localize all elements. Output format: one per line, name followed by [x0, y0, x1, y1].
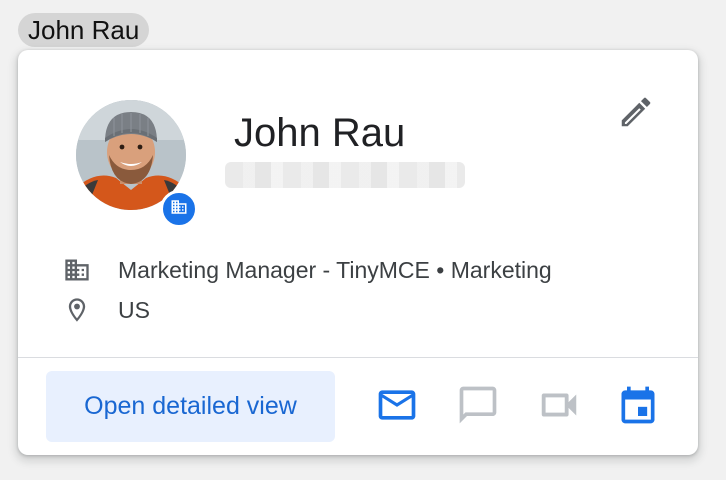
mail-icon — [375, 383, 419, 432]
divider — [18, 357, 698, 358]
email-redacted — [225, 162, 465, 188]
profile-card: John Rau Marketing Manager - TinyMCE • M… — [18, 50, 698, 455]
calendar-icon — [616, 383, 660, 432]
org-badge — [160, 190, 198, 228]
job-title: Marketing Manager - TinyMCE • Marketing — [118, 256, 552, 283]
profile-name: John Rau — [234, 111, 406, 155]
edit-button[interactable] — [612, 90, 660, 138]
video-icon — [536, 382, 582, 433]
location-pin-icon — [62, 295, 92, 325]
location-row: US — [62, 295, 150, 325]
page: John Rau John Rau Marketing Manager - Ti… — [0, 0, 726, 480]
building-icon — [62, 255, 92, 285]
email-button[interactable] — [373, 383, 421, 431]
pencil-icon — [617, 93, 655, 136]
mention-chip[interactable]: John Rau — [18, 13, 150, 47]
calendar-button[interactable] — [614, 383, 662, 431]
open-detailed-view-button[interactable]: Open detailed view — [46, 371, 335, 442]
location-text: US — [118, 296, 150, 323]
job-row: Marketing Manager - TinyMCE • Marketing — [62, 255, 552, 285]
avatar-container — [76, 100, 201, 228]
video-call-button[interactable] — [535, 383, 583, 431]
chat-icon — [456, 383, 500, 432]
chat-button[interactable] — [454, 383, 502, 431]
building-icon — [170, 198, 188, 221]
